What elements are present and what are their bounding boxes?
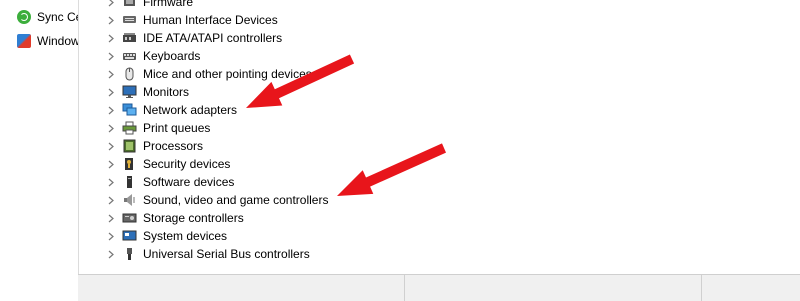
chevron-right-icon[interactable] — [106, 137, 116, 155]
tree-row-label: Mice and other pointing devices — [143, 67, 312, 81]
speaker-icon — [124, 194, 135, 206]
mouse-icon — [125, 67, 134, 81]
tree-row-human-interface-devices[interactable]: Human Interface Devices — [80, 11, 800, 29]
status-bar-cell — [78, 275, 405, 301]
chevron-right-icon[interactable] — [106, 119, 116, 137]
sync-center-icon — [17, 10, 31, 24]
processor-icon — [123, 139, 136, 153]
status-bar-cell — [405, 275, 702, 301]
navigation-pane: Sync Ce Window — [0, 0, 79, 300]
tree-row-label: Keyboards — [143, 49, 201, 63]
chevron-right-icon[interactable] — [106, 209, 116, 227]
chevron-right-icon[interactable] — [106, 47, 116, 65]
nav-item-sync-center[interactable]: Sync Ce — [17, 8, 79, 26]
tree-row-label: Firmware — [143, 0, 193, 9]
tree-row-keyboards[interactable]: Keyboards — [80, 47, 800, 65]
nav-item-label: Window — [37, 34, 79, 48]
windows-icon — [17, 34, 31, 48]
chevron-right-icon[interactable] — [106, 227, 116, 245]
printer-icon — [122, 121, 137, 135]
usb-icon — [127, 248, 132, 260]
network-adapter-icon — [122, 103, 137, 116]
chevron-right-icon[interactable] — [106, 191, 116, 209]
firmware-icon — [124, 0, 135, 6]
chevron-right-icon[interactable] — [106, 245, 116, 263]
tree-row-label: Monitors — [143, 85, 190, 99]
tree-row-storage-controllers[interactable]: Storage controllers — [80, 209, 800, 227]
chevron-right-icon[interactable] — [106, 155, 116, 173]
tree-row-label: Network adapters — [143, 103, 238, 117]
security-device-icon — [125, 158, 133, 170]
chevron-right-icon[interactable] — [106, 83, 116, 101]
software-device-icon — [127, 176, 132, 188]
tree-row-print-queues[interactable]: Print queues — [80, 119, 800, 137]
chevron-right-icon[interactable] — [106, 29, 116, 47]
chevron-right-icon[interactable] — [106, 65, 116, 83]
tree-row-universal-serial-bus-controllers[interactable]: Universal Serial Bus controllers — [80, 245, 800, 263]
chevron-right-icon[interactable] — [106, 173, 116, 191]
monitor-icon — [122, 85, 137, 98]
tree-row-monitors[interactable]: Monitors — [80, 83, 800, 101]
storage-controller-icon — [122, 213, 137, 223]
tree-row-security-devices[interactable]: Security devices — [80, 155, 800, 173]
tree-row-label: Security devices — [143, 157, 231, 171]
tree-row-label: Software devices — [143, 175, 235, 189]
nav-item-label: Sync Ce — [37, 10, 79, 24]
nav-item-windows[interactable]: Window — [17, 32, 79, 50]
chevron-right-icon[interactable] — [106, 101, 116, 119]
tree-row-label: Human Interface Devices — [143, 13, 278, 27]
chevron-right-icon[interactable] — [106, 11, 116, 29]
system-device-icon — [122, 230, 137, 241]
ide-controller-icon — [123, 33, 136, 42]
tree-row-label: Storage controllers — [143, 211, 244, 225]
device-tree: Firmware Human Interface Devices IDE ATA… — [80, 0, 800, 272]
tree-row-network-adapters[interactable]: Network adapters — [80, 101, 800, 119]
tree-row-label: Processors — [143, 139, 204, 153]
tree-row-software-devices[interactable]: Software devices — [80, 173, 800, 191]
chevron-right-icon[interactable] — [106, 0, 116, 11]
tree-row-label: System devices — [143, 229, 228, 243]
tree-row-ide-ata-atapi-controllers[interactable]: IDE ATA/ATAPI controllers — [80, 29, 800, 47]
tree-row-system-devices[interactable]: System devices — [80, 227, 800, 245]
tree-row-label: Universal Serial Bus controllers — [143, 247, 310, 261]
keyboard-icon — [123, 53, 136, 60]
tree-row-label: Print queues — [143, 121, 211, 135]
tree-row-label: IDE ATA/ATAPI controllers — [143, 31, 283, 45]
tree-row-mice-and-other-pointing-devices[interactable]: Mice and other pointing devices — [80, 65, 800, 83]
tree-row-processors[interactable]: Processors — [80, 137, 800, 155]
status-bar — [78, 274, 800, 301]
tree-row-firmware[interactable]: Firmware — [80, 0, 800, 11]
hid-icon — [123, 16, 136, 23]
tree-row-sound-video-and-game-controllers[interactable]: Sound, video and game controllers — [80, 191, 800, 209]
tree-row-label: Sound, video and game controllers — [143, 193, 329, 207]
